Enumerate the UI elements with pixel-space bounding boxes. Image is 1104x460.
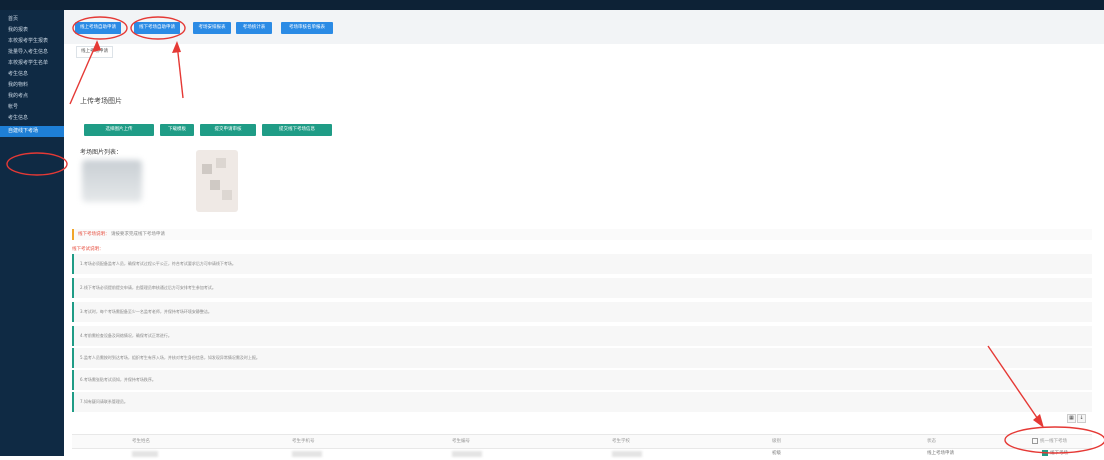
room-audit-list-button[interactable]: 考场审核名单报表 — [281, 22, 333, 34]
column-header-school: 考生学校 — [612, 439, 630, 444]
sidebar-item-materials[interactable]: 我的物料 — [0, 80, 64, 91]
column-header-number: 考生编号 — [452, 439, 470, 444]
column-header-phone: 考生手机号 — [292, 439, 315, 444]
rule-item: 6.考场需张贴考试须知，并保持考场秩序。 — [72, 370, 1092, 390]
sidebar-item-student-info-2[interactable]: 考生信息 — [0, 113, 64, 124]
table-header: 考生姓名 考生手机号 考生编号 考生学校 级别 状态 统一线下考场 — [72, 434, 1092, 449]
offline-room-checkbox-label: 线下考场 — [1050, 451, 1068, 456]
image-list-label: 考场图片列表： — [80, 149, 123, 156]
column-header-name: 考生姓名 — [132, 439, 150, 444]
rule-item: 3.考试时，每个考场需配备至少一名监考老师，并保持考场环境安静整洁。 — [72, 302, 1092, 322]
select-all-offline[interactable]: 统一线下考场 — [1032, 435, 1067, 448]
sidebar-item-student-list[interactable]: 本校报考学生名单 — [0, 58, 64, 69]
top-bar — [0, 0, 1104, 10]
blurred-name-cell — [132, 451, 158, 457]
upload-section-title: 上传考场图片 — [80, 97, 122, 105]
table-tools: ▦ ↓ — [1066, 414, 1088, 423]
sidebar-item-account[interactable]: 帐号 — [0, 102, 64, 113]
sidebar-item-batch-import[interactable]: 批量导入考生信息 — [0, 47, 64, 58]
sidebar-item-offline-exam-room[interactable]: 自建线下考场 — [0, 126, 64, 137]
level-cell: 初级 — [772, 451, 781, 456]
sidebar-item-my-reports[interactable]: 我的报表 — [0, 25, 64, 36]
blurred-number-cell — [452, 451, 482, 457]
column-header-status: 状态 — [927, 439, 936, 444]
sidebar-item-home[interactable]: 首页 — [0, 14, 64, 25]
select-image-upload-button[interactable]: 选择图片上传 — [84, 124, 154, 136]
sidebar-item-school-students-report[interactable]: 本校报考学生报表 — [0, 36, 64, 47]
online-room-apply-button[interactable]: 线上考场自助申请 — [75, 22, 121, 34]
grid-icon[interactable]: ▦ — [1067, 414, 1076, 423]
rule-item: 2.线下考场必须提前提交申请，由管理员审核通过后方可安排考生参加考试。 — [72, 278, 1092, 298]
notice-text: 请按要求完成线下考场申请 — [110, 232, 165, 237]
rule-item: 1.考场必须配备监考人员，确保考试过程公平公正，符合考试要求后方可申请线下考场。 — [72, 254, 1092, 274]
submit-offline-room-info-button[interactable]: 提交线下考场信息 — [262, 124, 332, 136]
sidebar-item-student-info[interactable]: 考生信息 — [0, 69, 64, 80]
select-all-label: 统一线下考场 — [1040, 439, 1067, 444]
blurred-school-cell — [612, 451, 642, 457]
offline-room-toggle[interactable]: 线下考场 — [1042, 448, 1068, 460]
column-header-level: 级别 — [772, 439, 781, 444]
download-template-button[interactable]: 下载模板 — [160, 124, 194, 136]
sidebar: 首页 我的报表 本校报考学生报表 批量导入考生信息 本校报考学生名单 考生信息 … — [0, 10, 64, 456]
status-cell: 线上考场申请 — [927, 451, 954, 456]
select-all-checkbox[interactable] — [1032, 437, 1038, 444]
tab-online-room[interactable]: 线上考场申请 — [76, 46, 113, 58]
rule-item: 7.如有疑问请联系管理员。 — [72, 392, 1092, 412]
rules-heading: 线下考试说明： — [72, 247, 104, 252]
blurred-phone-cell — [292, 451, 322, 457]
offline-room-checkbox[interactable] — [1042, 449, 1048, 456]
notice-bar: 线下考场说明： 请按要求完成线下考场申请 — [72, 229, 1092, 240]
submit-audit-button[interactable]: 提交申请审核 — [200, 124, 256, 136]
offline-room-apply-button[interactable]: 线下考场自助申请 — [134, 22, 180, 34]
table-row: 初级 线上考场申请 线下考场 — [72, 448, 1092, 460]
rule-item: 5.监考人员需按时到达考场，组织考生有序入场，并核对考生身份信息，如发现异常情况… — [72, 348, 1092, 368]
room-image-thumbnail[interactable] — [82, 160, 142, 202]
notice-prefix: 线下考场说明： — [78, 232, 110, 237]
room-arrangement-report-button[interactable]: 考场安排报表 — [193, 22, 231, 34]
room-statistics-button[interactable]: 考场统计表 — [236, 22, 272, 34]
download-icon[interactable]: ↓ — [1077, 414, 1086, 423]
main-content: 线上考场自助申请 线下考场自助申请 考场安排报表 考场统计表 考场审核名单报表 … — [64, 10, 1104, 457]
room-image-thumbnail[interactable] — [196, 150, 238, 212]
sidebar-item-exam-sites[interactable]: 我的考点 — [0, 91, 64, 102]
rule-item: 4.考前需检查设备及网络情况，确保考试正常进行。 — [72, 326, 1092, 346]
